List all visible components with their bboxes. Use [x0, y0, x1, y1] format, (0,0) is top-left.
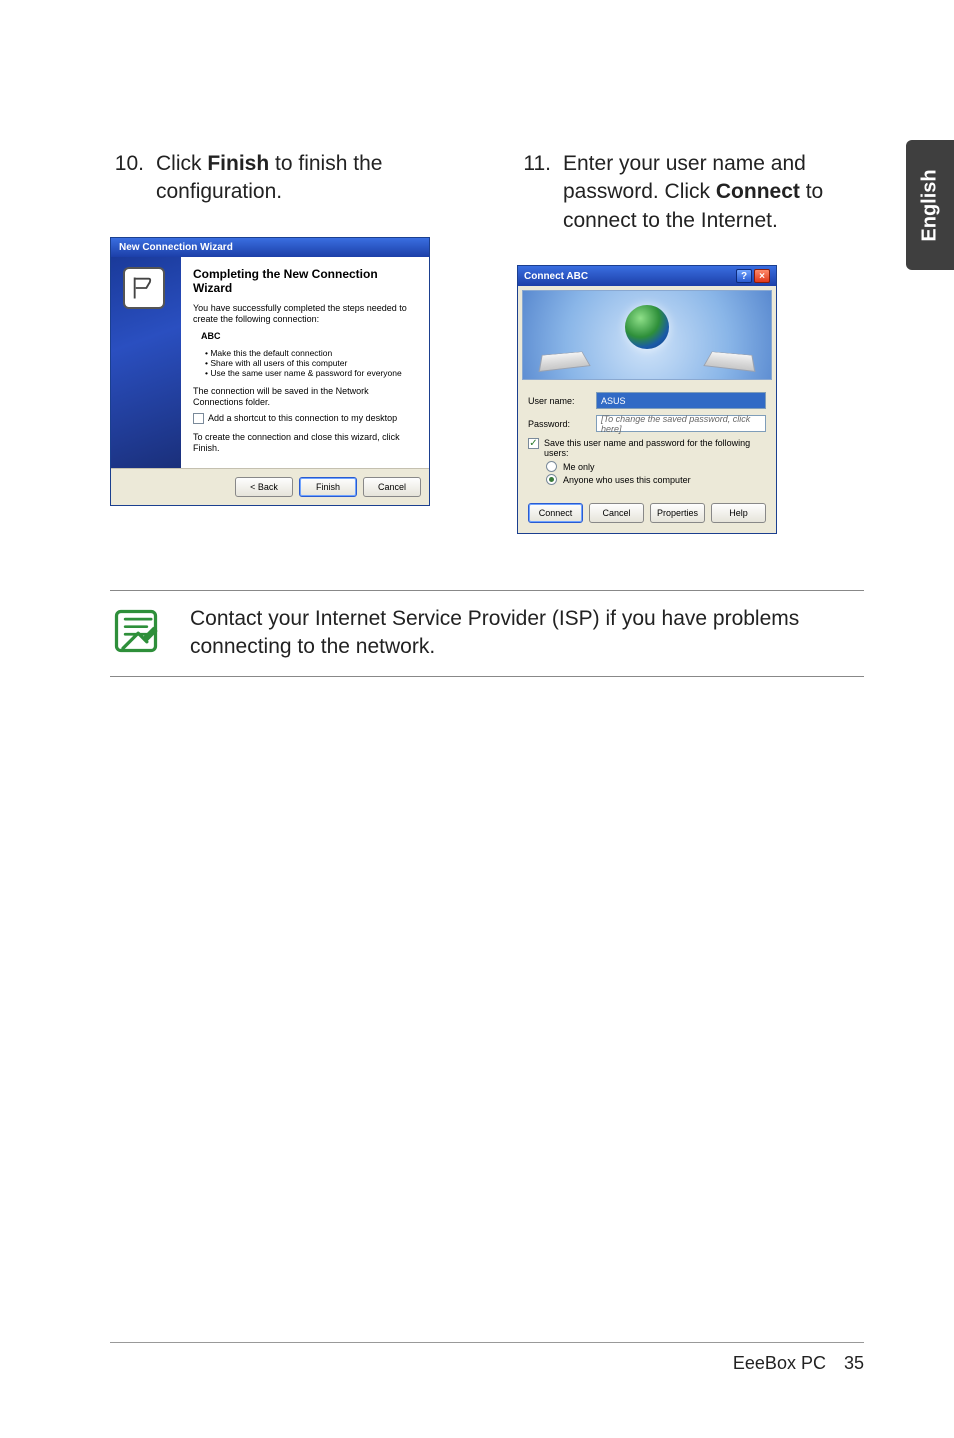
wizard-shortcut-checkbox[interactable]: Add a shortcut to this connection to my …	[193, 413, 417, 424]
step-10-bold: Finish	[207, 152, 269, 175]
dialog-cancel-button[interactable]: Cancel	[589, 503, 644, 523]
password-label: Password:	[528, 419, 588, 429]
cancel-button[interactable]: Cancel	[363, 477, 421, 497]
password-input[interactable]: [To change the saved password, click her…	[596, 415, 766, 432]
checkbox-checked-icon: ✓	[528, 438, 539, 449]
footer-product: EeeBox PC	[733, 1353, 826, 1374]
wizard-footer: < Back Finish Cancel	[111, 468, 429, 505]
wizard-window: New Connection Wizard Completing the New…	[110, 237, 430, 506]
wizard-connection-name: ABC	[201, 331, 417, 342]
wizard-bullet-2: Share with all users of this computer	[211, 358, 417, 368]
username-label: User name:	[528, 396, 588, 406]
wizard-bullet-1: Make this the default connection	[211, 348, 417, 358]
connect-button[interactable]: Connect	[528, 503, 583, 523]
radio-me-only[interactable]: Me only	[546, 461, 766, 472]
wizard-heading: Completing the New Connection Wizard	[193, 267, 417, 296]
step-10: 10. Click Finish to finish the configura…	[110, 150, 457, 207]
radio-selected-icon	[546, 474, 557, 485]
connect-dialog: Connect ABC ? × User name: ASUS	[517, 265, 777, 534]
radio-me-label: Me only	[563, 462, 595, 472]
wizard-saved-text: The connection will be saved in the Netw…	[193, 386, 417, 408]
globe-icon	[625, 305, 669, 349]
wizard-title-bar: New Connection Wizard	[111, 238, 429, 257]
dialog-banner	[522, 290, 772, 380]
radio-anyone[interactable]: Anyone who uses this computer	[546, 474, 766, 485]
wizard-bullet-3: Use the same user name & password for ev…	[211, 368, 417, 378]
username-input[interactable]: ASUS	[596, 392, 766, 409]
back-button[interactable]: < Back	[235, 477, 293, 497]
properties-button[interactable]: Properties	[650, 503, 705, 523]
wizard-bullet-list: Make this the default connection Share w…	[211, 348, 417, 378]
checkbox-icon	[193, 413, 204, 424]
help-button[interactable]: Help	[711, 503, 766, 523]
keyboard-right-icon	[703, 351, 755, 371]
wizard-intro: You have successfully completed the step…	[193, 303, 417, 325]
step-11-bold: Connect	[716, 180, 800, 203]
note-box: Contact your Internet Service Provider (…	[110, 590, 864, 677]
language-tab: English	[906, 140, 954, 270]
step-11: 11. Enter your user name and password. C…	[517, 150, 864, 235]
language-tab-label: English	[919, 169, 942, 241]
step-10-pre: Click	[156, 152, 207, 175]
wizard-side-panel	[111, 257, 181, 468]
help-icon[interactable]: ?	[736, 269, 752, 283]
note-text: Contact your Internet Service Provider (…	[190, 605, 864, 662]
save-checkbox[interactable]: ✓ Save this user name and password for t…	[528, 438, 766, 458]
radio-icon	[546, 461, 557, 472]
wizard-shortcut-label: Add a shortcut to this connection to my …	[208, 413, 397, 423]
footer-page-number: 35	[844, 1353, 864, 1374]
wizard-close-text: To create the connection and close this …	[193, 432, 417, 454]
finish-button[interactable]: Finish	[299, 477, 357, 497]
step-11-text: Enter your user name and password. Click…	[563, 150, 864, 235]
wizard-flag-icon	[123, 267, 165, 309]
close-icon[interactable]: ×	[754, 269, 770, 283]
dialog-title-bar: Connect ABC ? ×	[518, 266, 776, 286]
radio-anyone-label: Anyone who uses this computer	[563, 475, 691, 485]
note-icon	[110, 605, 162, 657]
step-10-number: 10.	[110, 150, 144, 207]
dialog-footer: Connect Cancel Properties Help	[518, 495, 776, 533]
save-checkbox-label: Save this user name and password for the…	[544, 438, 766, 458]
keyboard-left-icon	[539, 351, 591, 371]
step-10-text: Click Finish to finish the configuration…	[156, 150, 457, 207]
dialog-title: Connect ABC	[524, 271, 588, 282]
step-11-number: 11.	[517, 150, 551, 235]
page-footer: EeeBox PC 35	[110, 1342, 864, 1374]
